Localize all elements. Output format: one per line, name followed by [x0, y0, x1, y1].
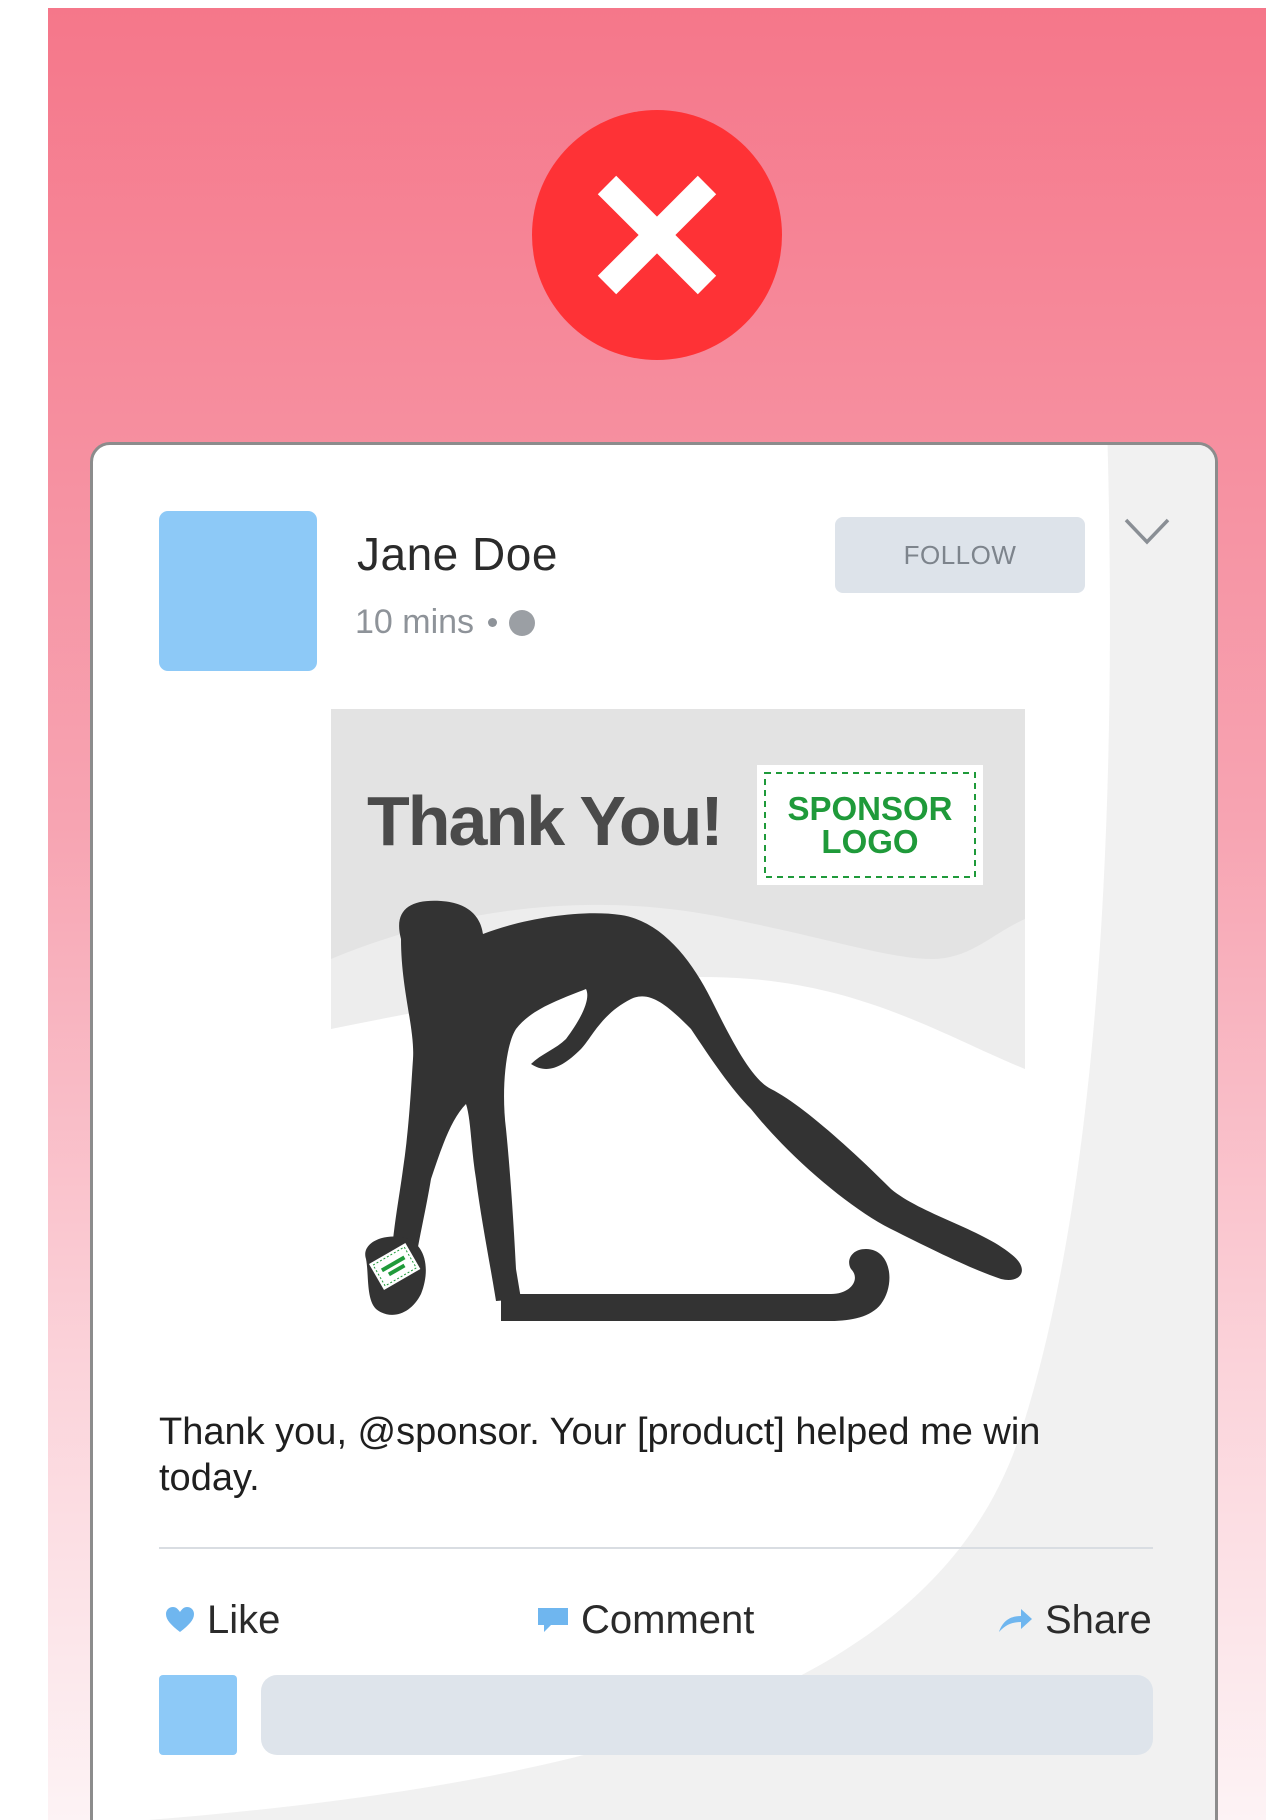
error-status-badge: [532, 110, 782, 360]
share-arrow-icon: [999, 1609, 1032, 1632]
globe-icon: [509, 609, 536, 636]
sponsor-logo-line2: LOGO: [821, 823, 919, 860]
post-timestamp: 10 mins: [355, 603, 475, 641]
sponsor-logo-text: SPONSOR LOGO: [757, 765, 983, 885]
commenter-avatar: [159, 1675, 237, 1755]
comment-icon: [538, 1608, 568, 1632]
comment-label: Comment: [581, 1597, 755, 1642]
meta-separator: [488, 618, 498, 627]
social-post-card: Jane Doe 10 mins FOLLOW Thank You! SPONS…: [90, 442, 1218, 1820]
divider: [159, 1547, 1153, 1549]
author-name[interactable]: Jane Doe: [357, 527, 558, 581]
post-meta: 10 mins: [355, 603, 536, 642]
post-image[interactable]: Thank You! SPONSOR LOGO: [331, 709, 1025, 1329]
sponsor-logo: SPONSOR LOGO: [757, 765, 983, 885]
avatar[interactable]: [159, 511, 317, 671]
close-icon: [597, 175, 717, 295]
background-panel: Jane Doe 10 mins FOLLOW Thank You! SPONS…: [48, 8, 1266, 1820]
image-heading: Thank You!: [367, 782, 724, 860]
chevron-down-icon[interactable]: [1123, 515, 1171, 549]
share-button[interactable]: Share: [997, 1595, 1152, 1645]
like-button[interactable]: Like: [165, 1595, 280, 1645]
comment-input[interactable]: [261, 1675, 1153, 1755]
heart-icon: [166, 1607, 194, 1632]
comment-button[interactable]: Comment: [537, 1595, 754, 1645]
share-label: Share: [1045, 1597, 1152, 1642]
like-label: Like: [207, 1597, 281, 1642]
follow-button[interactable]: FOLLOW: [835, 517, 1085, 593]
post-text: Thank you, @sponsor. Your [product] help…: [159, 1411, 1041, 1499]
sponsor-logo-line1: SPONSOR: [787, 790, 953, 827]
